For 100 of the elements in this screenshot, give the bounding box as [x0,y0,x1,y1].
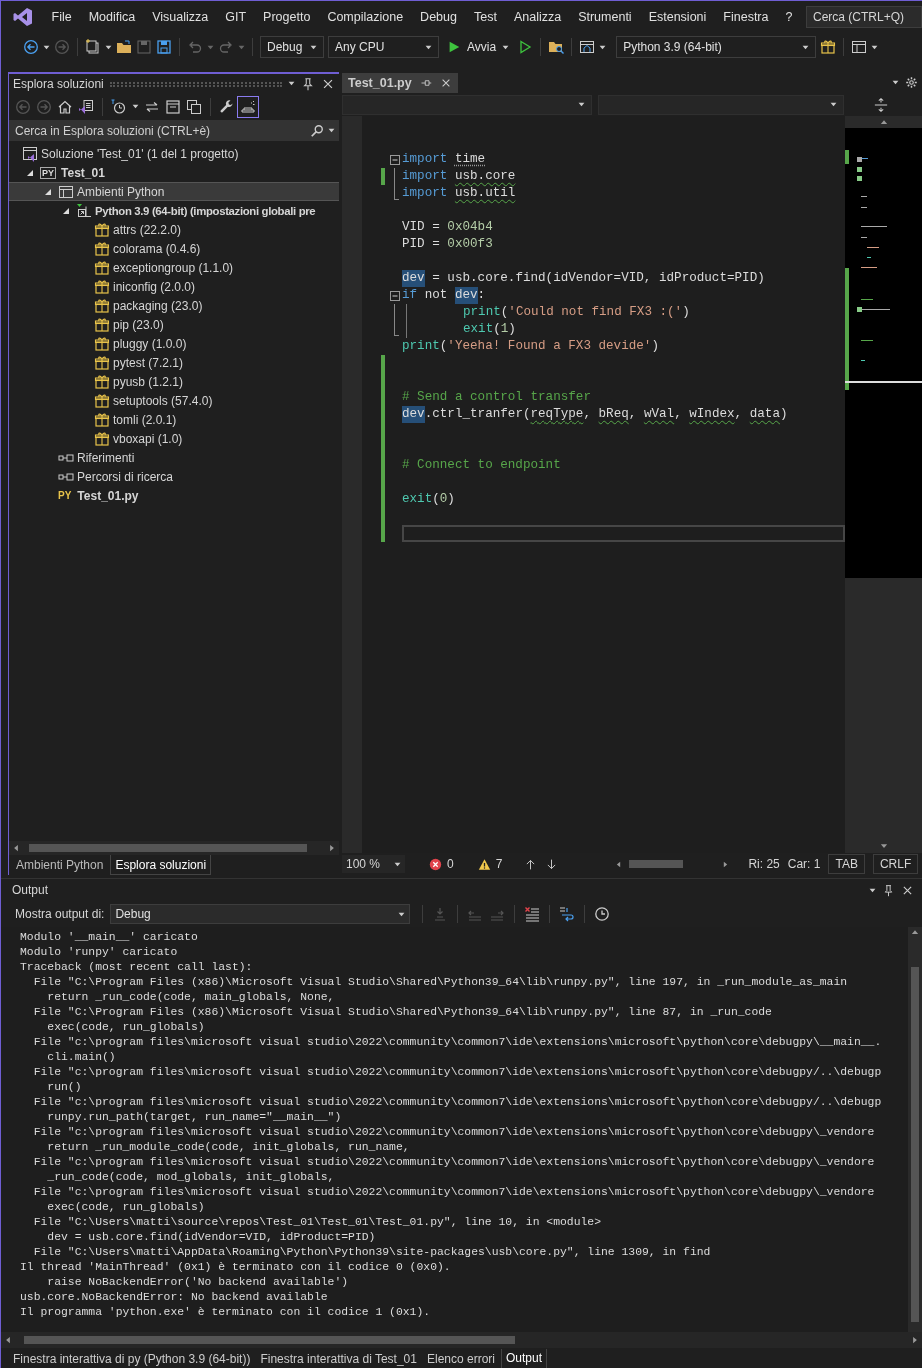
warning-icon[interactable] [477,857,491,871]
caret-icon[interactable] [892,80,899,85]
caret-icon[interactable] [43,44,50,50]
platform-dropdown[interactable]: Any CPU [328,36,439,58]
history-icon[interactable] [111,98,127,115]
tree-item[interactable]: tomli (2.0.1) [9,410,339,429]
caret-icon[interactable] [132,104,139,109]
menu-item[interactable]: Debug [411,4,466,29]
menu-item[interactable]: Visualizza [143,4,217,29]
tree-item[interactable]: Soluzione 'Test_01' (1 del 1 progetto) [9,144,339,163]
tree-item[interactable]: pytest (7.2.1) [9,353,339,372]
copy-icon[interactable] [186,98,202,115]
play-icon[interactable] [447,40,461,54]
panel-tab[interactable]: Finestra interattiva di py (Python 3.9 (64-bit)) [9,1348,255,1368]
caret-icon[interactable] [328,128,335,133]
expander-icon[interactable] [43,187,52,196]
menu-item[interactable]: Finestra [714,4,777,29]
caret-icon[interactable] [830,102,837,107]
save-all-icon[interactable] [156,39,172,55]
caret-icon[interactable] [105,44,112,50]
tree-item[interactable]: Riferimenti [9,448,339,467]
menu-item[interactable]: Test [465,4,506,29]
caret-icon[interactable] [802,44,810,50]
back-icon[interactable] [23,39,39,55]
package-icon[interactable] [820,39,837,55]
panel-tab[interactable]: Elenco errori [422,1348,499,1368]
configuration-dropdown[interactable]: Debug [260,36,324,58]
settings-icon[interactable] [905,76,918,89]
minimap[interactable] [845,128,922,578]
caret-icon[interactable] [288,81,295,86]
collapse-icon[interactable] [390,155,400,165]
collapse-icon[interactable] [390,291,400,301]
tree-item[interactable]: pip (23.0) [9,315,339,334]
menu-item[interactable]: Estensioni [640,4,715,29]
menu-item[interactable]: Progetto [254,4,319,29]
new-item-icon[interactable] [85,39,101,55]
tree-item[interactable]: packaging (23.0) [9,296,339,315]
clear-all-icon[interactable] [524,906,541,922]
split-icon[interactable] [874,97,888,112]
tree-item[interactable]: pyusb (1.2.1) [9,372,339,391]
indent-mode[interactable]: TAB [828,854,865,874]
panel-tab[interactable]: Finestra interattiva di Test_01 [256,1348,421,1368]
tree-item[interactable]: setuptools (57.4.0) [9,391,339,410]
redo-icon[interactable] [218,39,234,55]
search-field[interactable]: Cerca (CTRL+Q) [806,5,922,28]
tree-item[interactable]: exceptiongroup (1.1.0) [9,258,339,277]
output-source-dropdown[interactable]: Debug [110,904,411,924]
home-icon[interactable] [57,98,73,115]
tree-item[interactable]: iniconfig (2.0.0) [9,277,339,296]
start-button[interactable]: Avvia [443,36,514,58]
warning-count[interactable]: 7 [495,857,503,871]
caret-icon[interactable] [398,911,406,917]
line-ending[interactable]: CRLF [872,854,919,874]
menu-item[interactable]: ? [777,4,801,29]
collapse-icon[interactable] [165,98,181,115]
folder-search-icon[interactable] [548,39,565,55]
menu-item[interactable]: Compilazione [318,4,412,29]
panel-tab[interactable]: Ambienti Python [11,855,109,875]
caret-icon[interactable] [599,44,607,50]
expander-icon[interactable] [25,168,34,177]
pin-icon[interactable] [882,883,895,897]
caret-icon[interactable] [869,887,876,893]
zoom-dropdown[interactable]: 100 % [342,855,406,873]
menu-item[interactable]: Analizza [505,4,570,29]
document-icon[interactable] [78,98,94,115]
tree-item[interactable]: Percorsi di ricerca [9,467,339,486]
search-icon[interactable] [310,123,324,138]
tree-item[interactable]: vboxapi (1.0) [9,429,339,448]
tree-item[interactable]: PY Test_01 [9,163,339,182]
caret-icon[interactable] [310,44,317,50]
layout-icon[interactable] [851,39,868,55]
window-icon[interactable] [579,39,596,55]
wrench-icon[interactable] [219,98,235,115]
tree-item[interactable]: PY Test_01.py [9,486,339,505]
open-folder-icon[interactable] [116,39,132,55]
undo-icon[interactable] [187,39,203,55]
caret-icon[interactable] [871,44,879,50]
tree-item[interactable]: Ambienti Python [9,182,339,201]
environment-dropdown[interactable]: Python 3.9 (64-bit) [616,36,817,58]
caret-icon[interactable] [578,102,585,107]
tree-item[interactable]: pluggy (1.0.0) [9,334,339,353]
expander-icon[interactable] [61,206,70,215]
tree-item[interactable]: colorama (0.4.6) [9,239,339,258]
menu-item[interactable]: File [43,4,81,29]
error-count[interactable]: 0 [447,857,454,871]
column-number[interactable]: Car: 1 [787,857,821,871]
word-wrap-icon[interactable] [559,906,576,922]
caret-icon[interactable] [425,44,432,50]
tree-item[interactable]: attrs (22.2.0) [9,220,339,239]
preview-icon[interactable] [240,98,256,115]
line-number[interactable]: Ri: 25 [748,857,780,871]
menu-item[interactable]: GIT [216,4,255,29]
menu-item[interactable]: Strumenti [569,4,641,29]
clock-icon[interactable] [594,906,611,922]
horizontal-scrollbar[interactable] [9,841,339,855]
search-field[interactable]: Cerca in Esplora soluzioni (CTRL+è) [9,120,339,141]
error-icon[interactable] [429,857,443,871]
menu-item[interactable]: Modifica [80,4,144,29]
editor-tab[interactable]: Test_01.py [342,72,458,93]
horizontal-scrollbar[interactable] [1,1332,922,1348]
